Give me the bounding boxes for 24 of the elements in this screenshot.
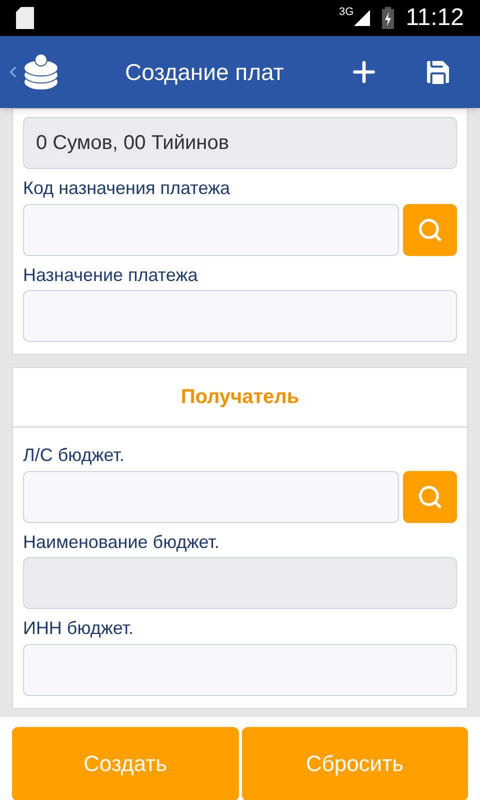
clock: 11:12	[406, 3, 464, 33]
input-field: 0 Сумов, 00 Тийинов	[23, 117, 457, 169]
action-button[interactable]: Сбросить	[242, 726, 468, 800]
network-label: 3G	[339, 5, 354, 20]
section-header: Получатель	[13, 368, 467, 428]
search-icon	[417, 216, 443, 242]
field-label: Наименование бюджет.	[23, 530, 220, 553]
signal-icon	[354, 10, 370, 26]
input-field[interactable]	[23, 644, 457, 696]
field-label: ИНН бюджет.	[23, 617, 134, 640]
input-field[interactable]	[23, 470, 399, 522]
action-button[interactable]: Создать	[12, 726, 238, 800]
search-button[interactable]	[403, 470, 457, 522]
field-label: Код назначения платежа	[23, 177, 230, 200]
sd-card-icon	[16, 7, 34, 29]
search-icon	[417, 484, 443, 510]
field-label: Назначение платежа	[23, 264, 198, 286]
screen-title: Создание плат	[125, 58, 284, 87]
input-field[interactable]	[23, 290, 457, 342]
search-button[interactable]	[403, 204, 457, 256]
field-label: Л/С бюджет.	[23, 444, 124, 466]
input-field[interactable]	[23, 204, 399, 256]
battery-icon	[382, 7, 394, 29]
coin-stack-icon[interactable]	[22, 52, 60, 92]
